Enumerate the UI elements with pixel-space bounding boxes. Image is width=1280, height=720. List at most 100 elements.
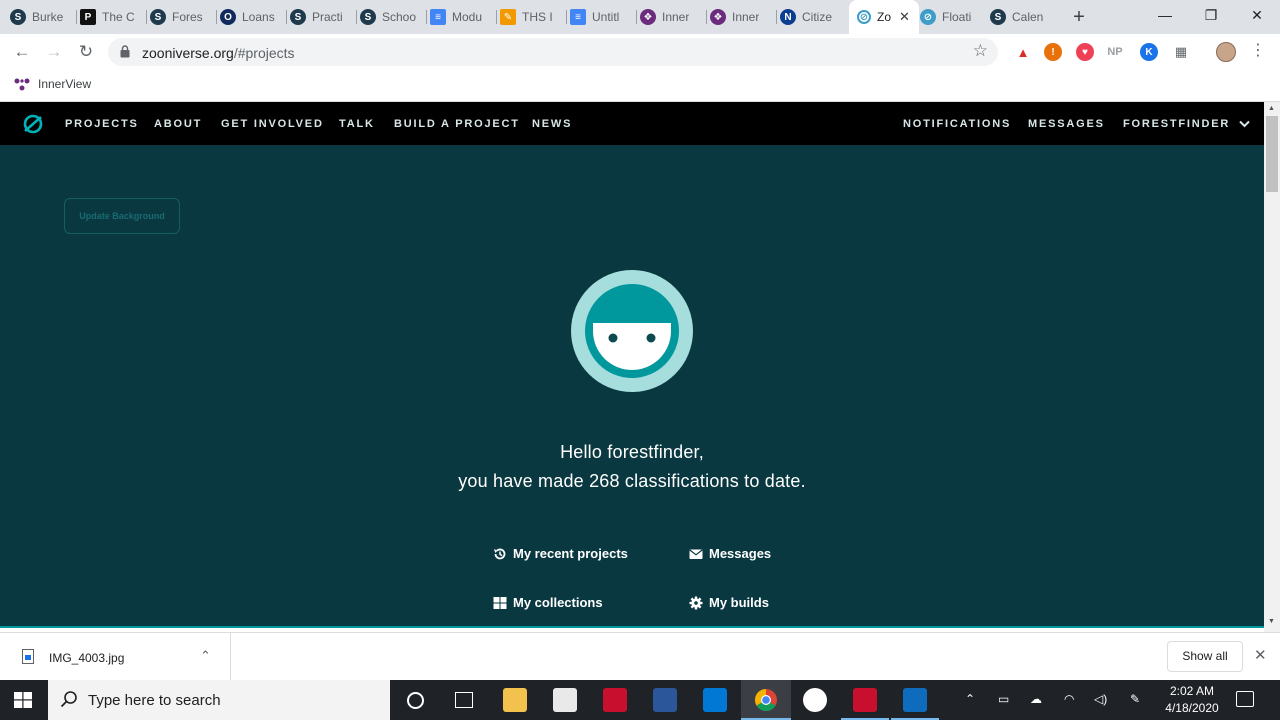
nav-user-menu[interactable]: FORESTFINDER [1123,118,1250,130]
k-icon[interactable]: K [1140,43,1158,61]
nav-projects[interactable]: PROJECTS [65,118,139,130]
nav-about[interactable]: ABOUT [154,118,202,130]
battery-icon[interactable]: ▭ [998,692,1009,706]
tab-label: Inner [732,10,760,24]
nasa-icon: N [780,9,796,25]
bookmark-star-icon[interactable]: ☆ [973,41,988,61]
envelope-icon [689,549,703,559]
wifi-icon[interactable]: ◠ [1064,692,1074,706]
page-scrollbar[interactable]: ▲ ▼ [1264,102,1280,632]
minimize-button[interactable]: — [1142,0,1188,32]
restore-button[interactable]: ❐ [1188,0,1234,32]
close-window-button[interactable]: ✕ [1234,0,1280,32]
grid-icon[interactable]: ▦ [1172,43,1190,61]
onedrive-icon[interactable]: ☁ [1030,692,1042,706]
np-icon[interactable]: NP [1106,43,1124,61]
taskbar-search[interactable]: Type here to search [48,680,390,720]
reload-button[interactable]: ↻ [74,40,98,64]
nav-messages[interactable]: MESSAGES [1028,118,1105,130]
tab-citize[interactable]: N Citize [780,4,842,30]
cortana-icon[interactable] [407,692,424,709]
store-icon[interactable] [553,688,577,712]
tab-loans[interactable]: O Loans [220,4,282,30]
pen-icon[interactable]: ✎ [1130,692,1140,706]
nav-build-a-project[interactable]: BUILD A PROJECT [394,118,520,130]
messages-link[interactable]: Messages [689,546,771,561]
skillshare-icon: S [10,9,26,25]
show-all-button[interactable]: Show all [1167,641,1243,672]
chrome-taskbar-slot[interactable] [741,680,791,720]
username-label: FORESTFINDER [1123,118,1231,130]
tab-calen[interactable]: S Calen [990,4,1052,30]
tab-label: Calen [1012,10,1044,24]
file-explorer-icon[interactable] [503,688,527,712]
update-background-button[interactable]: Update Background [64,198,180,234]
download-item[interactable]: IMG_4003.jpg ⌃ [0,633,231,681]
my-collections-link[interactable]: My collections [493,595,603,610]
mcafee-icon[interactable] [603,688,627,712]
lock-icon [120,45,130,58]
close-tab-icon[interactable]: ✕ [899,9,910,25]
nav-news[interactable]: NEWS [532,118,572,130]
tab-inner[interactable]: ❖ Inner [710,4,772,30]
tab-inner[interactable]: ❖ Inner [640,4,702,30]
skillshare-icon: S [150,9,166,25]
tab-modu[interactable]: ≡ Modu [430,4,492,30]
my-recent-projects-link[interactable]: My recent projects [493,546,628,561]
new-tab-button[interactable]: + [1068,6,1090,28]
alert-icon[interactable]: ! [1044,43,1062,61]
volume-icon[interactable]: ◁) [1094,692,1107,706]
url-path: /#projects [233,45,295,61]
search-placeholder: Type here to search [88,692,221,709]
tab-thsi[interactable]: ✎ THS I [500,4,562,30]
tab-label: Modu [452,10,483,24]
nav-get-involved[interactable]: GET INVOLVED [221,118,324,130]
address-bar[interactable]: zooniverse.org/#projects ☆ [108,38,998,66]
bookmark-innerview[interactable]: InnerView [14,77,91,91]
tab-fores[interactable]: S Fores [150,4,212,30]
scrollbar-thumb[interactable] [1266,116,1278,192]
tab-thec[interactable]: P The C [80,4,142,30]
taskbar-clock[interactable]: 2:02 AM 4/18/2020 [1158,683,1226,717]
tab-separator [76,10,77,24]
chevron-up-icon[interactable]: ⌃ [200,648,211,664]
p-logo-icon: P [80,9,96,25]
my-builds-link[interactable]: My builds [689,595,769,610]
show-hidden-icons-icon[interactable]: ⌃ [965,692,975,706]
tab-burke[interactable]: S Burke [10,4,72,30]
tab-untitl[interactable]: ≡ Untitl [570,4,632,30]
nav-notifications[interactable]: NOTIFICATIONS [903,118,1011,130]
history-icon [494,548,506,559]
pencil-badge-icon: ✎ [500,9,516,25]
photos-icon[interactable] [903,688,927,712]
tab-floati[interactable]: ⊘ Floati [920,4,982,30]
profile-avatar[interactable] [1216,42,1236,62]
tab-separator [776,10,777,24]
mail-icon[interactable] [703,688,727,712]
clock-time: 2:02 AM [1169,684,1215,698]
acrobat-icon[interactable]: ▲ [1014,43,1032,61]
tab-active-zooniverse[interactable]: ⊘ Zo ✕ [849,0,919,34]
word-icon[interactable] [653,688,677,712]
action-center-icon[interactable] [1236,691,1254,707]
close-shelf-icon[interactable]: ✕ [1254,646,1267,664]
forward-button[interactable]: → [42,40,66,64]
back-button[interactable]: ← [10,40,34,64]
task-view-icon[interactable] [455,692,473,708]
mcafee-alt-icon[interactable] [853,688,877,712]
zooniverse-logo-icon[interactable] [22,113,44,135]
tab-separator [426,10,427,24]
tab-label: Untitl [592,10,620,24]
scroll-down-icon[interactable]: ▼ [1268,618,1275,625]
scroll-up-icon[interactable]: ▲ [1268,105,1275,112]
tab-label: Fores [172,10,203,24]
itunes-icon[interactable] [803,688,827,712]
windows-start-icon[interactable] [14,692,32,708]
tab-label: THS I [522,10,553,24]
tab-schoo[interactable]: S Schoo [360,4,422,30]
menu-kebab-icon[interactable]: ⋮ [1250,42,1266,60]
tab-practi[interactable]: S Practi [290,4,352,30]
nav-talk[interactable]: TALK [339,118,375,130]
pocket-icon[interactable]: ♥ [1076,43,1094,61]
image-file-icon [22,649,34,664]
